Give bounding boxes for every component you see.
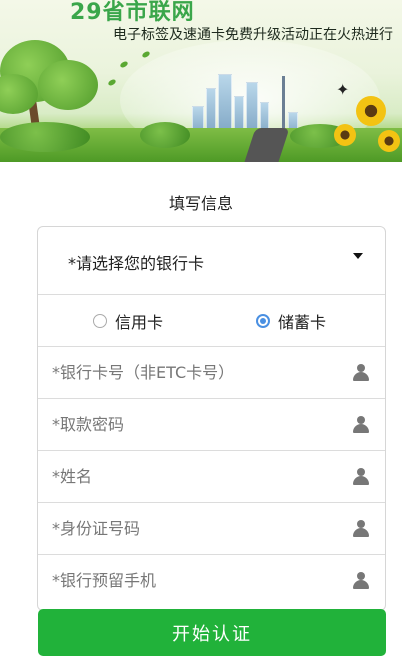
banner-title: 29省市联网 [70,0,195,25]
person-icon [353,416,369,433]
name-input[interactable] [38,451,338,502]
sunflower-icon [356,96,386,126]
id-number-input[interactable] [38,503,338,554]
radio-label: 储蓄卡 [278,313,327,332]
card-type-group: 信用卡 储蓄卡 [38,295,385,347]
card-number-input[interactable] [38,347,338,398]
name-row [38,451,385,503]
id-number-row [38,503,385,555]
banner-subtitle: 电子标签及速通卡免费升级活动正在火热进行 [113,27,393,43]
sunflower-icon [334,124,356,146]
person-icon [353,520,369,537]
caret-down-icon [353,253,363,259]
phone-row [38,555,385,607]
tree-crown [38,60,98,110]
pin-row [38,399,385,451]
bush [0,122,90,152]
verification-form: *请选择您的银行卡 信用卡 储蓄卡 [37,226,386,611]
card-number-row [38,347,385,399]
butterfly-icon: ✦ [336,80,350,99]
person-icon [353,572,369,589]
pin-input[interactable] [38,399,338,450]
radio-label: 信用卡 [115,313,164,332]
radio-circle-icon [93,314,107,328]
radio-credit-card[interactable]: 信用卡 [93,309,163,333]
bush [140,122,190,148]
city-skyline [190,56,310,136]
page-title: 填写信息 [168,194,233,213]
bank-select-label: *请选择您的银行卡 [68,254,205,273]
leaf-icon [119,60,129,69]
promo-banner: 29省市联网 电子标签及速通卡免费升级活动正在火热进行 ✦ [0,0,402,162]
start-verification-button[interactable]: 开始认证 [38,609,386,656]
phone-input[interactable] [38,555,338,606]
radio-debit-card[interactable]: 储蓄卡 [256,309,326,333]
radio-checked-icon [256,314,270,328]
sunflower-icon [378,130,400,152]
person-icon [353,364,369,381]
leaf-icon [107,78,117,87]
bank-card-select[interactable]: *请选择您的银行卡 [38,227,385,295]
leaf-icon [141,50,151,59]
person-icon [353,468,369,485]
